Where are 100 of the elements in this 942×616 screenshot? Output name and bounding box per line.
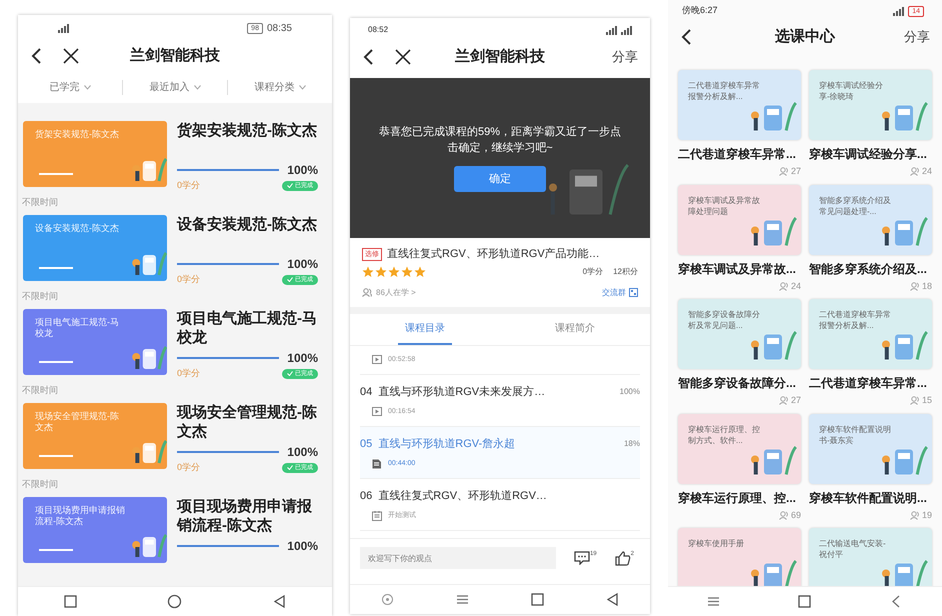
page-title: 兰剑智能科技 (455, 46, 545, 67)
decor-line (39, 549, 73, 551)
course-title[interactable]: 穿梭车调试经验分享... (809, 145, 932, 163)
course-title[interactable]: 二代巷道穿梭车异常... (809, 374, 932, 392)
course-thumbnail[interactable]: 穿梭车使用手册 (678, 528, 801, 586)
chevron-down-icon (298, 84, 306, 90)
thumbnail-caption: 智能多穿设备故障分析及常见问题... (688, 309, 760, 331)
learner-count: 24 (922, 165, 932, 178)
thumbnail-caption: 二代巷道穿梭车异常报警分析及解... (819, 309, 891, 331)
people-icon (910, 282, 920, 291)
points-label: 12积分 (613, 266, 638, 278)
back-icon[interactable] (30, 47, 42, 65)
course-title[interactable]: 穿梭车运行原理、控... (678, 488, 801, 506)
people-icon (362, 288, 373, 297)
course-thumbnail[interactable]: 智能多穿设备故障分析及常见问题... (678, 299, 801, 369)
progress-percent: 100% (287, 538, 318, 555)
lesson-title[interactable]: 直线与环形轨道RGV未来发展方… (378, 384, 614, 400)
credits-label: 0学分 (177, 273, 200, 286)
lesson-number: 06 (360, 489, 372, 504)
thumbnail-caption: 穿梭车使用手册 (688, 538, 745, 549)
close-icon[interactable] (62, 47, 80, 65)
status-time: 傍晚6:27 (682, 4, 718, 18)
course-title[interactable]: 穿梭车软件配置说明... (809, 488, 932, 506)
home-button[interactable] (167, 594, 182, 609)
people-icon (910, 396, 920, 406)
course-tab[interactable]: 课程简介 (548, 314, 602, 344)
back-button[interactable] (605, 592, 620, 607)
lesson-title[interactable]: 直线往复式RGV、环形轨道RGV… (378, 488, 640, 504)
learners-link[interactable]: 86人在学 > (376, 286, 416, 298)
filter-dropdown[interactable]: 最近加入 (122, 80, 227, 94)
learner-count: 19 (922, 508, 932, 522)
star-icon (388, 266, 400, 278)
time-limit-label: 不限时间 (22, 196, 58, 208)
progress-percent: 100% (287, 256, 318, 273)
course-title[interactable]: 智能多穿系统介绍及... (809, 260, 932, 278)
lesson-number: 05 (360, 437, 372, 452)
thumbnail-caption: 穿梭车调试经验分享-徐晓琦 (819, 80, 884, 102)
home-button[interactable] (797, 594, 812, 609)
decor-line (39, 173, 73, 175)
thumbnail-caption: 二代输送电气安装-祝付平 (819, 538, 887, 560)
time-limit-label: 不限时间 (22, 290, 58, 302)
back-button[interactable] (272, 594, 288, 609)
star-icon (401, 266, 413, 278)
back-icon[interactable] (362, 48, 374, 66)
back-icon[interactable] (680, 28, 692, 46)
course-title[interactable]: 穿梭车调试及异常故... (678, 260, 801, 278)
video-icon (372, 354, 382, 365)
status-time: 08:35 (266, 22, 292, 36)
course-title: 货架安装规范-陈文杰 (177, 121, 318, 141)
progress-percent: 100% (287, 444, 318, 461)
filter-dropdown[interactable]: 课程分类 (227, 80, 332, 94)
home-button[interactable] (530, 592, 545, 607)
learner-count: 27 (790, 394, 801, 407)
thumbnail-caption: 穿梭车软件配置说明书-聂东宾 (819, 424, 891, 446)
course-title: 现场安全管理规范-陈文杰 (177, 403, 318, 442)
course-thumbnail[interactable]: 二代巷道穿梭车异常报警分析及解... (809, 299, 932, 369)
thumbnail-caption: 穿梭车调试及异常故障处理问题 (688, 194, 760, 216)
signal-icon (606, 26, 617, 34)
decor-line (39, 267, 73, 269)
thumbnail-caption: 二代巷道穿梭车异常报警分析及解... (688, 80, 760, 102)
progress-percent: 100% (287, 350, 318, 367)
star-icon (375, 266, 387, 278)
course-thumbnail[interactable]: 穿梭车软件配置说明书-聂东宾 (809, 414, 932, 484)
signal-icon (893, 6, 904, 16)
time-limit-label: 不限时间 (22, 384, 58, 396)
course-thumbnail[interactable]: 智能多穿系统介绍及常见问题处理-... (809, 184, 932, 254)
lesson-title[interactable]: 直线与环形轨道RGV-詹永超 (378, 436, 618, 452)
course-title[interactable]: 智能多穿设备故障分... (678, 374, 801, 392)
status-time: 08:52 (368, 24, 388, 36)
share-link[interactable]: 分享 (904, 27, 930, 47)
course-thumbnail[interactable]: 穿梭车运行原理、控制方式、软件... (678, 414, 801, 484)
star-icon (362, 266, 374, 278)
group-chat-link[interactable]: 交流群 (602, 286, 626, 298)
comment-field[interactable]: 欢迎写下你的观点 (360, 547, 556, 569)
share-link[interactable]: 分享 (612, 47, 638, 67)
assist-button[interactable] (380, 592, 395, 607)
star-icon (414, 266, 426, 278)
people-icon (910, 167, 920, 176)
course-thumbnail[interactable]: 二代输送电气安装-祝付平 (809, 528, 932, 586)
decor-line (39, 455, 73, 457)
course-thumbnail[interactable]: 二代巷道穿梭车异常报警分析及解... (678, 70, 801, 140)
course-title: 直线往复式RGV、环形轨道RGV产品功能… (387, 246, 600, 262)
decor-line (39, 361, 73, 363)
check-icon (287, 465, 293, 470)
close-icon[interactable] (394, 48, 412, 66)
people-icon (778, 167, 789, 176)
thumbnail-caption: 货架安装规范-陈文杰 (35, 129, 120, 140)
learner-count: 27 (790, 165, 801, 178)
home-button[interactable] (62, 594, 78, 609)
course-thumbnail[interactable]: 穿梭车调试经验分享-徐晓琦 (809, 70, 932, 140)
signal-icon (621, 26, 632, 34)
course-title[interactable]: 二代巷道穿梭车异常... (678, 145, 801, 163)
course-thumbnail[interactable]: 穿梭车调试及异常故障处理问题 (678, 184, 801, 254)
check-icon (287, 371, 293, 376)
lesson-percent: 18% (624, 438, 640, 450)
thumbnail-caption: 项目电气施工规范-马校龙 (35, 317, 120, 339)
filter-dropdown[interactable]: 已学完 (18, 80, 122, 94)
thumbnail-caption: 现场安全管理规范-陈文杰 (35, 411, 120, 433)
confirm-button[interactable]: 确定 (454, 166, 546, 192)
thumbnail-caption: 设备安装规范-陈文杰 (35, 223, 120, 234)
